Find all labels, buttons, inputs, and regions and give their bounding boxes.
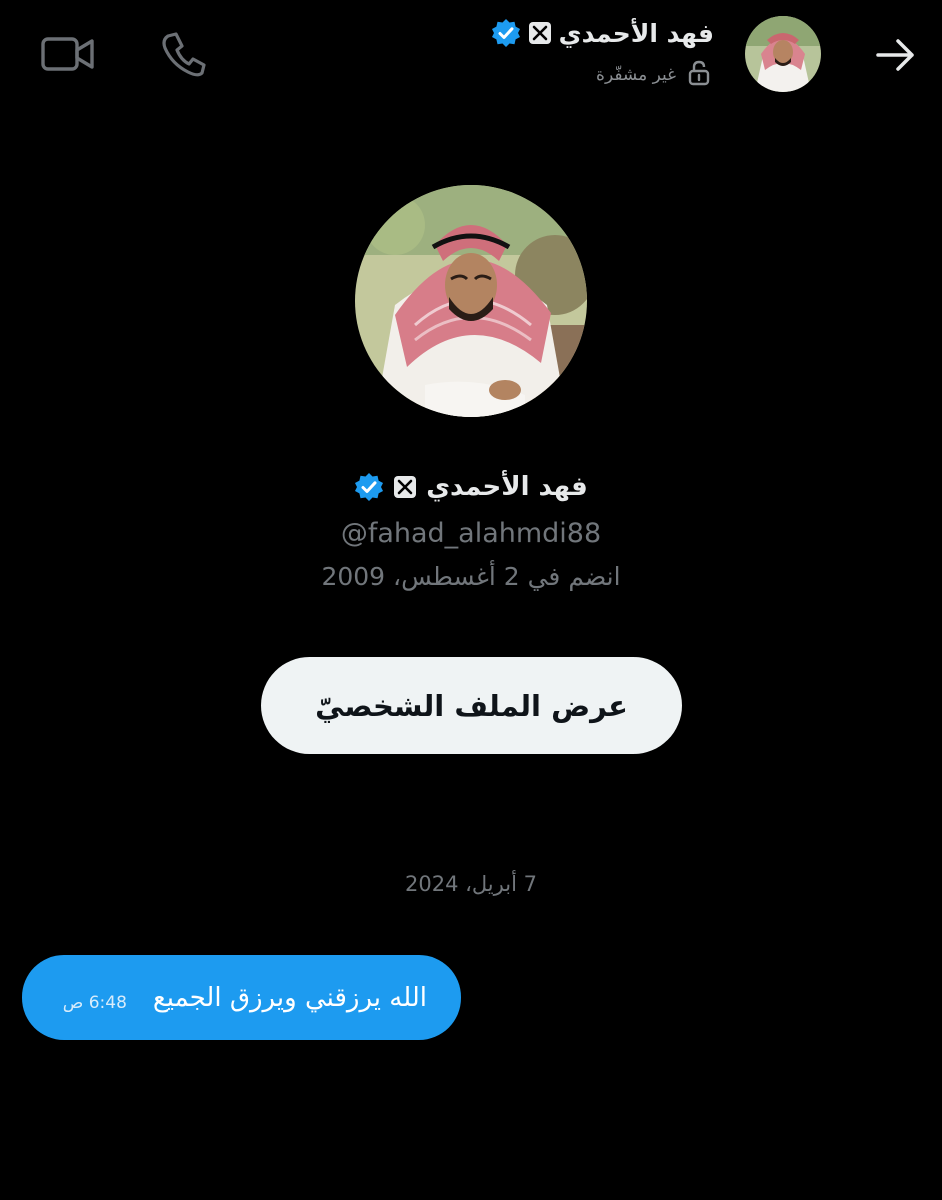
header-title[interactable]: فهد الأحمدي <box>491 18 714 48</box>
profile-handle: @fahad_alahmdi88 <box>340 518 602 549</box>
profile-avatar[interactable] <box>355 185 587 417</box>
verified-icon <box>491 18 521 48</box>
join-date: انضم في 2 أغسطس، 2009 <box>321 562 621 591</box>
x-badge-icon <box>528 22 551 44</box>
message-bubble[interactable]: الله يرزقني ويرزق الجميع 6:48 ص <box>22 955 461 1040</box>
message-time: 6:48 ص <box>62 992 127 1013</box>
header-avatar[interactable] <box>745 16 821 92</box>
view-profile-button[interactable]: عرض الملف الشخصيّ <box>261 657 682 754</box>
encryption-text: غير مشفّرة <box>596 65 676 85</box>
phone-icon[interactable] <box>158 30 208 78</box>
verified-icon <box>354 472 384 502</box>
date-separator: 7 أبريل، 2024 <box>405 872 537 896</box>
encryption-status: غير مشفّرة <box>596 60 712 90</box>
video-call-icon[interactable] <box>40 30 96 78</box>
header-name: فهد الأحمدي <box>558 18 714 48</box>
back-arrow-icon[interactable] <box>870 30 920 80</box>
profile-name: فهد الأحمدي <box>426 472 588 502</box>
message-text: الله يرزقني ويرزق الجميع <box>152 982 427 1013</box>
profile-name-row: فهد الأحمدي <box>0 472 942 502</box>
x-badge-icon <box>394 476 417 498</box>
unlock-icon <box>686 60 712 90</box>
